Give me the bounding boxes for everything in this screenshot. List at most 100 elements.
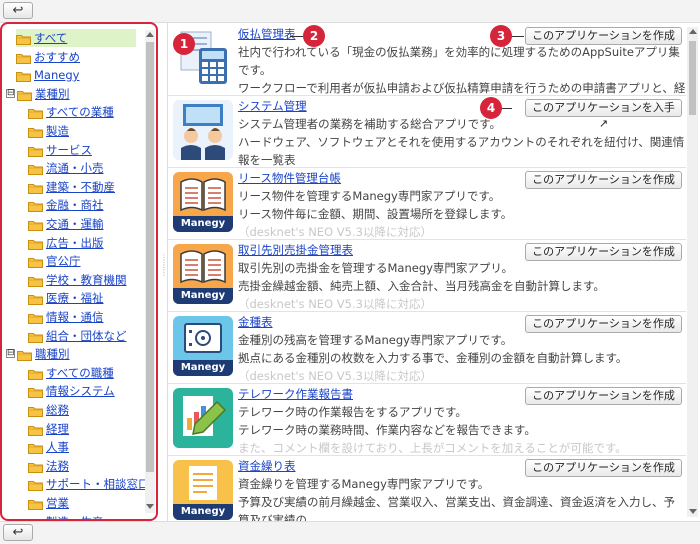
- sidebar-item-label[interactable]: 営業: [46, 496, 69, 510]
- back-button[interactable]: ↩: [3, 2, 33, 19]
- manegy-book-icon[interactable]: Manegy: [173, 172, 233, 232]
- folder-icon: [28, 460, 43, 473]
- app-title-link[interactable]: 金種表: [238, 314, 273, 330]
- sidebar-item[interactable]: ⊟ 業種別: [6, 85, 70, 103]
- app-title-link[interactable]: システム管理: [238, 98, 307, 114]
- sidebar-item-label[interactable]: 情報・通信: [46, 310, 104, 324]
- scroll-down-arrow-icon[interactable]: [146, 504, 154, 509]
- sidebar-item[interactable]: 製造・生産: [28, 513, 104, 519]
- sidebar-item-label[interactable]: 法務: [46, 459, 69, 473]
- folder-icon: [17, 348, 32, 362]
- folder-icon: [16, 32, 31, 45]
- sidebar-item[interactable]: おすすめ: [16, 48, 80, 66]
- app-description-line: 拠点にある金種別の枚数を入力する事で、金種別の金額を自動計算します。: [238, 351, 628, 365]
- app-list-item: 仮払管理表 このアプリケーションを作成 社内で行われている「現金の仮払業務」を効率的…: [168, 22, 686, 96]
- app-title-link[interactable]: リース物件管理台帳: [238, 170, 341, 186]
- sidebar-item-label[interactable]: すべての業種: [46, 105, 114, 119]
- app-description: 資金繰りを管理するManegy専門家アプリです。 予算及び実績の前月繰越金、営業収…: [238, 475, 686, 521]
- system-admin-icon[interactable]: [173, 100, 233, 160]
- callout-badge-1: 1: [173, 33, 195, 55]
- app-title-link[interactable]: テレワーク作業報告書: [238, 386, 353, 402]
- sidebar-item-label[interactable]: サポート・相談窓口: [46, 477, 150, 491]
- sidebar-item[interactable]: すべての職種: [28, 364, 114, 382]
- app-action-label: このアプリケーションを作成: [532, 173, 675, 186]
- sidebar-item[interactable]: 総務: [28, 401, 69, 419]
- sidebar-item[interactable]: 広告・出版: [28, 234, 104, 252]
- sidebar-item-label[interactable]: 流通・小売: [46, 161, 104, 175]
- sidebar-item-label[interactable]: サービス: [46, 143, 92, 157]
- folder-icon: [28, 423, 43, 436]
- sidebar-item[interactable]: 情報システム: [28, 382, 115, 400]
- manegy-label: Manegy: [173, 504, 233, 520]
- manegy-book-icon[interactable]: Manegy: [173, 244, 233, 304]
- manegy-safe-icon[interactable]: Manegy: [173, 316, 233, 376]
- sidebar-item[interactable]: 製造: [28, 122, 69, 140]
- sidebar-item-label[interactable]: 経理: [46, 422, 69, 436]
- callout-leader-2: [290, 36, 303, 37]
- sidebar-item[interactable]: すべて: [16, 29, 136, 47]
- sidebar-item[interactable]: 官公庁: [28, 252, 81, 270]
- sidebar-item[interactable]: 経理: [28, 420, 69, 438]
- sidebar-item-label[interactable]: 学校・教育機関: [46, 273, 127, 287]
- sidebar-item[interactable]: すべての業種: [28, 103, 114, 121]
- sidebar-item-label[interactable]: 金融・商社: [46, 198, 104, 212]
- report-pencil-icon[interactable]: [173, 388, 233, 448]
- pane-splitter-handle[interactable]: ⋮ ⋮ ⋮ ⋮: [160, 254, 168, 285]
- sidebar-item[interactable]: 建築・不動産: [28, 178, 115, 196]
- app-title-link[interactable]: 仮払管理表: [238, 26, 296, 42]
- sidebar-item[interactable]: 医療・福祉: [28, 289, 104, 307]
- app-title-link[interactable]: 資金繰り表: [238, 458, 296, 474]
- sidebar-item-label[interactable]: 総務: [46, 403, 69, 417]
- folder-icon: [28, 367, 43, 380]
- app-action-label: このアプリケーションを作成: [532, 245, 675, 258]
- sidebar-item[interactable]: 交通・運輸: [28, 215, 104, 233]
- sidebar-item-label[interactable]: 建築・不動産: [46, 180, 115, 194]
- sidebar-item-label[interactable]: 製造: [46, 124, 69, 138]
- sidebar-item[interactable]: 営業: [28, 494, 69, 512]
- sidebar-item-label[interactable]: おすすめ: [34, 50, 80, 64]
- sidebar-item-label[interactable]: 医療・福祉: [46, 291, 104, 305]
- sidebar-item[interactable]: 組合・団体など: [28, 327, 127, 345]
- sidebar-item[interactable]: ⊟ 職種別: [6, 345, 70, 363]
- sidebar-item[interactable]: Manegy: [16, 66, 79, 84]
- app-title-link[interactable]: 取引先別売掛金管理表: [238, 242, 353, 258]
- sidebar-item[interactable]: サービス: [28, 141, 92, 159]
- sidebar-item-label[interactable]: すべて: [34, 31, 67, 45]
- app-description: 取引先別の売掛金を管理するManegy専門家アプリ。 売掛金繰越金額、純売上額、入…: [238, 259, 686, 311]
- sidebar-item-label[interactable]: すべての職種: [46, 366, 114, 380]
- main-scrollbar[interactable]: [687, 27, 698, 517]
- sidebar-item[interactable]: 人事: [28, 438, 69, 456]
- callout-badge-2: 2: [303, 25, 325, 47]
- scroll-up-arrow-icon[interactable]: [146, 32, 154, 37]
- collapse-toggle-icon[interactable]: ⊟: [6, 88, 15, 98]
- sidebar-item-label[interactable]: 組合・団体など: [46, 329, 127, 343]
- sidebar-item[interactable]: 学校・教育機関: [28, 271, 127, 289]
- main-scroll-up-icon[interactable]: [689, 29, 697, 34]
- app-description-line: テレワーク時の作業報告をするアプリです。: [238, 405, 467, 419]
- sidebar-item-label[interactable]: 交通・運輸: [46, 217, 104, 231]
- sidebar-item[interactable]: 法務: [28, 457, 69, 475]
- sidebar-scrollbar[interactable]: [145, 30, 155, 513]
- sidebar-item-label[interactable]: 業種別: [35, 87, 70, 101]
- app-list-item: Manegy 金種表 このアプリケーションを作成 金種別の残高を管理するManegy専…: [168, 310, 686, 384]
- sidebar-item-label[interactable]: 職種別: [35, 347, 70, 361]
- folder-icon: [28, 218, 43, 231]
- sidebar-item[interactable]: 金融・商社: [28, 196, 104, 214]
- sidebar-item-label[interactable]: 官公庁: [46, 254, 81, 268]
- folder-icon: [28, 237, 43, 250]
- folder-icon: [28, 497, 43, 510]
- sidebar-item[interactable]: サポート・相談窓口: [28, 475, 150, 493]
- sidebar-item-label[interactable]: 人事: [46, 440, 69, 454]
- sidebar-scroll-thumb[interactable]: [146, 42, 154, 472]
- sidebar-item[interactable]: 情報・通信: [28, 308, 104, 326]
- sidebar-item[interactable]: 流通・小売: [28, 159, 104, 177]
- main-scroll-down-icon[interactable]: [689, 509, 697, 514]
- sidebar-item-label[interactable]: 情報システム: [46, 384, 115, 398]
- manegy-doc-icon[interactable]: Manegy: [173, 460, 233, 520]
- back-button-bottom[interactable]: ↩: [3, 524, 33, 541]
- sidebar-item-label[interactable]: 広告・出版: [46, 236, 104, 250]
- main-scroll-thumb[interactable]: [689, 41, 696, 115]
- sidebar-item-label[interactable]: Manegy: [34, 68, 79, 82]
- app-description: システム管理者の業務を補助する総合アプリです。 ハードウェア、ソフトウェアとそれを…: [238, 115, 686, 167]
- collapse-toggle-icon[interactable]: ⊟: [6, 349, 15, 359]
